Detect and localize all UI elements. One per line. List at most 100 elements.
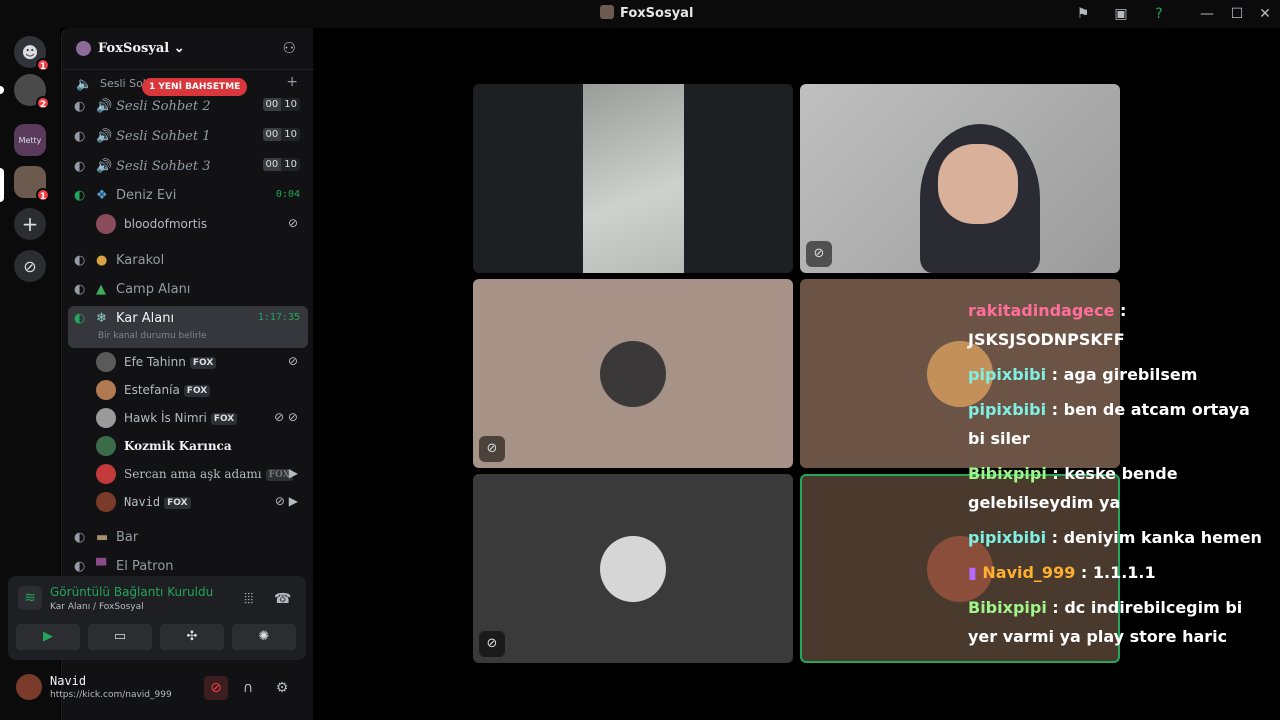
channel-bar[interactable]: ◐ ▬ Bar — [68, 525, 308, 551]
screen-share-button[interactable]: ▭ — [88, 624, 152, 650]
voice-user[interactable]: Sercan ama aşk adamı FOX ▶ — [96, 462, 306, 486]
avatar — [600, 341, 666, 407]
noise-suppression-icon[interactable]: ⦙⦙⦙ — [244, 591, 253, 607]
user-limit-badge: 00 10 — [262, 158, 300, 171]
channel-name: Sesli Sohbet 2 — [116, 99, 211, 114]
maximize-button[interactable]: ☐ — [1228, 5, 1246, 23]
current-username: Navid — [50, 674, 87, 688]
voice-icon: ◐ — [74, 159, 86, 174]
help-icon[interactable]: ? — [1150, 5, 1168, 23]
chat-username: Navid_999 — [982, 563, 1076, 582]
user-count: 00 — [262, 128, 282, 141]
guild-icon — [76, 41, 91, 56]
username-row: Hawk İs Nimri FOX — [124, 411, 238, 425]
channel-kar-alani[interactable]: ◐ ❄ Kar Alanı 1:17:35 Bir kanal durumu b… — [68, 306, 308, 348]
avatar — [96, 214, 116, 234]
close-button[interactable]: ✕ — [1256, 5, 1274, 23]
hat-icon: ▀ — [96, 559, 106, 574]
fox-tag: FOX — [183, 385, 211, 397]
notification-badge: 1 — [36, 58, 50, 72]
channel-sesli-3[interactable]: ◐ 🔊 Sesli Sohbet 3 00 10 — [68, 154, 308, 180]
custom-status: https://kick.com/navid_999 — [50, 690, 172, 700]
add-server-icon[interactable]: + — [14, 208, 46, 240]
chat-message: pipixbibi : ben de atcam ortaya bi siler — [968, 395, 1272, 453]
camera-button[interactable]: ▶ — [16, 624, 80, 650]
username: Kozmik Karınca — [124, 439, 232, 453]
mic-muted-camera-icon: ⊘ ▶ — [274, 494, 298, 508]
video-tile[interactable] — [473, 84, 793, 273]
fox-tag: FOX — [164, 497, 191, 509]
user-limit-badge: 00 10 — [262, 98, 300, 111]
user-limit: 10 — [281, 98, 300, 111]
selected-pill — [0, 168, 4, 202]
video-tile[interactable]: ⊘ — [473, 474, 793, 663]
signal-icon[interactable]: ≋ — [18, 586, 42, 610]
channel-name: El Patron — [116, 559, 174, 574]
avatar[interactable] — [16, 674, 42, 700]
server-avatar-1[interactable]: 2 — [14, 74, 50, 110]
mic-and-deafen-muted-icon: ⊘ ⊘ — [274, 410, 298, 424]
settings-gear-icon[interactable]: ⚙ — [270, 676, 294, 700]
guild-name[interactable]: FoxSosyal ⌄ — [98, 41, 185, 56]
voice-user[interactable]: Estefanía FOX — [96, 378, 306, 402]
voice-user[interactable]: Hawk İs Nimri FOX ⊘ ⊘ — [96, 406, 306, 430]
connection-channel[interactable]: Kar Alanı / FoxSosyal — [50, 602, 144, 612]
username-row: Navid FOX — [124, 495, 191, 509]
avatar — [96, 464, 116, 484]
voice-user[interactable]: Kozmik Karınca — [96, 434, 306, 458]
chat-username: rakitadindagece — [968, 301, 1115, 320]
mic-muted-icon: ⊘ — [479, 631, 505, 657]
minimize-button[interactable]: — — [1198, 5, 1216, 23]
username: Navid — [124, 495, 161, 509]
voice-user[interactable]: Efe Tahinn FOX ⊘ — [96, 350, 306, 374]
inbox-icon[interactable]: ▣ — [1112, 5, 1130, 23]
channel-sesli-1[interactable]: ◐ 🔊 Sesli Sohbet 1 00 10 — [68, 124, 308, 150]
discord-home-icon[interactable]: ☻ 1 — [14, 36, 50, 72]
disconnect-icon[interactable]: ☎ — [274, 591, 291, 607]
video-tile[interactable]: ⊘ — [800, 84, 1120, 273]
voice-user[interactable]: Navid FOX ⊘ ▶ — [96, 490, 306, 514]
channel-sesli-2[interactable]: ◐ 🔊 Sesli Sohbet 2 00 10 — [68, 94, 308, 120]
avatar — [96, 492, 116, 512]
speaker-icon: 🔊 — [96, 99, 113, 114]
camera-icon: ▶ — [288, 466, 298, 480]
voice-icon: ◐ — [74, 282, 86, 297]
channel-status[interactable]: Bir kanal durumu belirle — [98, 331, 207, 341]
chat-text: : deniyim kanka hemen — [1046, 528, 1262, 547]
discover-icon[interactable]: ⊘ — [14, 250, 46, 282]
channel-karakol[interactable]: ◐ ● Karakol — [68, 248, 308, 274]
headphones-icon[interactable]: ∩ — [236, 676, 260, 700]
activities-button[interactable]: ✣ — [160, 624, 224, 650]
server-metty[interactable]: Metty — [14, 124, 46, 156]
flag-icon[interactable]: ⚑ — [1074, 5, 1092, 23]
video-tile[interactable]: ⊘ — [473, 279, 793, 468]
channel-camp-alani[interactable]: ◐ ▲ Camp Alanı — [68, 277, 308, 303]
channel-name: Kar Alanı — [116, 311, 175, 326]
server-foxsosyal[interactable]: 1 — [14, 166, 50, 202]
soundboard-button[interactable]: ✺ — [232, 624, 296, 650]
camera-feed — [583, 84, 684, 273]
chat-message: Bibixpipi : keske bende gelebilseydim ya — [968, 459, 1272, 517]
mute-mic-button[interactable]: ⊘ — [204, 676, 228, 700]
fish-icon: ❖ — [96, 188, 108, 203]
user-panel: Navid https://kick.com/navid_999 ⊘ ∩ ⚙ — [8, 666, 306, 712]
chat-username: Bibixpipi — [968, 464, 1047, 483]
kick-badge-icon: ▮ — [968, 563, 983, 582]
notification-badge: 1 — [36, 188, 50, 202]
channel-deniz-evi[interactable]: ◐ ❖ Deniz Evi 0:04 — [68, 183, 308, 209]
chat-message: ▮ Navid_999 : 1.1.1.1 — [968, 558, 1272, 587]
invite-people-icon[interactable]: ⚇ — [283, 39, 296, 57]
chat-text: : 1.1.1.1 — [1075, 563, 1156, 582]
chat-username: pipixbibi — [968, 528, 1047, 547]
speaker-icon: 🔊 — [96, 129, 113, 144]
cookie-icon: ● — [96, 253, 108, 268]
window-title: FoxSosyal — [600, 5, 693, 21]
guild-header[interactable]: FoxSosyal ⌄ ⚇ — [62, 28, 314, 70]
username: Hawk İs Nimri — [124, 411, 207, 425]
avatar — [600, 536, 666, 602]
voice-user[interactable]: bloodofmortis ⊘ — [96, 212, 306, 236]
add-channel-icon[interactable]: + — [286, 74, 298, 90]
chat-username: pipixbibi — [968, 400, 1047, 419]
username-row: Sercan ama aşk adamı FOX — [124, 467, 293, 481]
call-timer: 0:04 — [275, 189, 300, 200]
